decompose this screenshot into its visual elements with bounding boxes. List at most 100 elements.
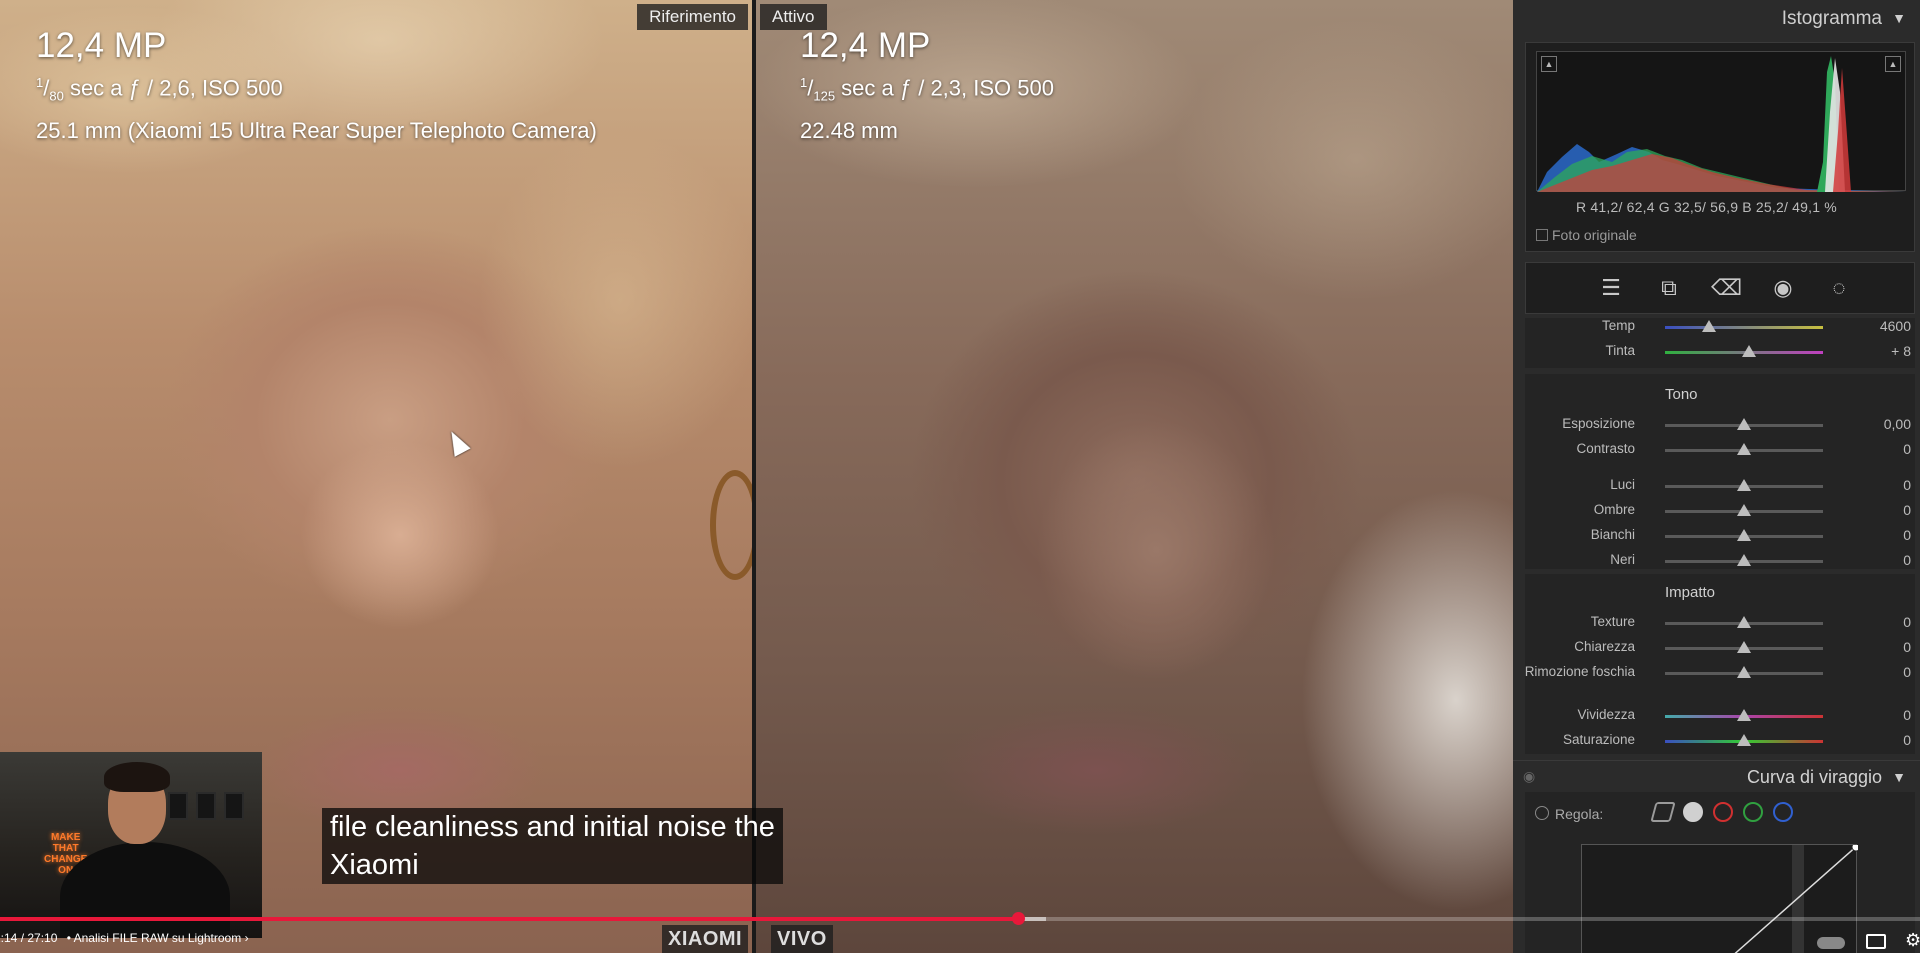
edit-sliders-icon[interactable]: ☰ [1596, 273, 1626, 303]
histogram-box: ▲ ▲ R 41,2/ 62,4 G 32,5/ 56,9 B 25,2/ 49… [1525, 42, 1915, 252]
autoplay-toggle-icon[interactable] [1817, 937, 1845, 949]
tone-slider-row[interactable]: Luci 0 [1525, 477, 1915, 497]
presence-slider-row[interactable]: Texture 0 [1525, 614, 1915, 634]
presence-slider-row[interactable]: Rimozione foschia 0 [1525, 664, 1915, 684]
chapter-chip-xiaomi[interactable]: XIAOMI [662, 925, 749, 953]
video-time: 1:14 / 27:10 [0, 931, 58, 945]
tone-curve-graph[interactable] [1581, 842, 1861, 953]
slider-track[interactable] [1665, 616, 1823, 628]
point-curve-green-icon[interactable] [1743, 802, 1763, 822]
slider-track[interactable] [1665, 734, 1823, 746]
white-balance-slider-row[interactable]: Temp 4600 [1525, 318, 1915, 338]
slider-track[interactable] [1665, 529, 1823, 541]
white-balance-slider-row[interactable]: Tinta + 8 [1525, 343, 1915, 363]
slider-handle[interactable] [1737, 641, 1751, 653]
slider-value[interactable]: 0 [1903, 552, 1911, 568]
slider-value[interactable]: 0 [1903, 614, 1911, 630]
point-curve-blue-icon[interactable] [1773, 802, 1793, 822]
slider-track[interactable] [1665, 443, 1823, 455]
slider-label: Neri [1610, 552, 1635, 567]
active-lens: 22.48 mm [800, 117, 898, 143]
eraser-icon[interactable]: ⌫ [1711, 273, 1742, 303]
slider-handle[interactable] [1737, 443, 1751, 455]
presence-slider-row[interactable]: Vividezza 0 [1525, 707, 1915, 727]
slider-value[interactable]: 0 [1903, 639, 1911, 655]
slider-label: Rimozione foschia [1524, 664, 1635, 679]
slider-track[interactable] [1665, 709, 1823, 721]
tone-curve-header[interactable]: ◉ Curva di viraggio ▼ [1513, 760, 1920, 792]
original-photo-checkbox[interactable]: Foto originale [1536, 227, 1637, 243]
chapter-title[interactable]: Analisi FILE RAW su Lightroom [74, 931, 242, 945]
slider-handle[interactable] [1741, 345, 1756, 357]
collapse-triangle-icon[interactable]: ▼ [1892, 10, 1906, 26]
shadow-clipping-button[interactable]: ▲ [1541, 56, 1557, 72]
slider-handle[interactable] [1702, 320, 1717, 332]
slider-value[interactable]: 0 [1903, 732, 1911, 748]
target-adjust-icon[interactable] [1535, 806, 1549, 820]
tone-slider-row[interactable]: Ombre 0 [1525, 502, 1915, 522]
slider-handle[interactable] [1737, 479, 1751, 491]
slider-track[interactable] [1665, 479, 1823, 491]
tools-bar: ☰ ⧉ ⌫ ◉ ◌ [1525, 262, 1915, 314]
progress-scrubber[interactable] [1011, 912, 1025, 925]
slider-track[interactable] [1665, 418, 1823, 430]
caption-line-1: file cleanliness and initial noise the [330, 811, 775, 843]
slider-handle[interactable] [1737, 418, 1751, 430]
slider-value[interactable]: 0 [1903, 527, 1911, 543]
tone-section: Tono Esposizione 0,00 Contrasto 0 Luci 0 Ombre… [1525, 374, 1915, 569]
slider-track[interactable] [1665, 641, 1823, 653]
chapter-arrow-icon[interactable]: › [245, 931, 249, 945]
slider-label: Saturazione [1562, 732, 1635, 747]
crop-icon[interactable]: ⧉ [1654, 273, 1684, 303]
slider-handle[interactable] [1737, 616, 1751, 628]
slider-handle[interactable] [1737, 529, 1751, 541]
slider-track[interactable] [1665, 666, 1823, 678]
histogram-title: Istogramma [1781, 8, 1882, 29]
point-curve-white-icon[interactable] [1683, 802, 1703, 822]
collapse-triangle-icon[interactable]: ▼ [1892, 769, 1906, 785]
slider-track[interactable] [1665, 504, 1823, 516]
slider-value[interactable]: + 8 [1891, 343, 1911, 359]
slider-value[interactable]: 0 [1903, 441, 1911, 457]
histogram-header[interactable]: Istogramma ▼ [1513, 0, 1920, 40]
tone-slider-row[interactable]: Contrasto 0 [1525, 441, 1915, 461]
rgb-readout: R 41,2/ 62,4 G 32,5/ 56,9 B 25,2/ 49,1 % [1576, 199, 1837, 215]
slider-value[interactable]: 0 [1903, 502, 1911, 518]
slider-track[interactable] [1665, 320, 1823, 332]
presence-slider-row[interactable]: Saturazione 0 [1525, 732, 1915, 752]
tone-slider-row[interactable]: Bianchi 0 [1525, 527, 1915, 547]
subtitles-icon[interactable] [1866, 934, 1886, 949]
face-highlight [300, 440, 500, 630]
wall-frame [168, 792, 188, 820]
slider-handle[interactable] [1737, 709, 1751, 721]
point-curve-red-icon[interactable] [1713, 802, 1733, 822]
settings-gear-icon[interactable]: ⚙ [1905, 930, 1920, 951]
checkbox-icon[interactable] [1536, 229, 1548, 241]
slider-handle[interactable] [1737, 734, 1751, 746]
slider-handle[interactable] [1737, 554, 1751, 566]
parametric-curve-icon[interactable] [1650, 802, 1676, 822]
reference-metadata: 12,4 MP 1/80 sec a ƒ / 2,6, ISO 500 25.1… [36, 26, 597, 148]
slider-value[interactable]: 4600 [1880, 318, 1911, 334]
wall-frame [224, 792, 244, 820]
red-eye-icon[interactable]: ◉ [1768, 273, 1798, 303]
slider-handle[interactable] [1737, 666, 1751, 678]
visibility-eye-icon[interactable]: ◉ [1523, 768, 1535, 785]
highlight-clipping-button[interactable]: ▲ [1885, 56, 1901, 72]
slider-value[interactable]: 0 [1903, 477, 1911, 493]
slider-track[interactable] [1665, 345, 1823, 357]
slider-value[interactable]: 0,00 [1884, 416, 1911, 432]
presence-slider-row[interactable]: Chiarezza 0 [1525, 639, 1915, 659]
mask-icon[interactable]: ◌ [1824, 273, 1854, 303]
tone-slider-row[interactable]: Esposizione 0,00 [1525, 416, 1915, 436]
chapter-chip-vivo[interactable]: VIVO [771, 925, 833, 953]
active-photo-pane[interactable]: Attivo 12,4 MP 1/125 sec a ƒ / 2,3, ISO … [756, 0, 1513, 953]
slider-handle[interactable] [1737, 504, 1751, 516]
slider-value[interactable]: 0 [1903, 664, 1911, 680]
slider-track[interactable] [1665, 554, 1823, 566]
curve-point[interactable] [1851, 842, 1861, 852]
earring [710, 470, 752, 580]
slider-value[interactable]: 0 [1903, 707, 1911, 723]
tone-slider-row[interactable]: Neri 0 [1525, 552, 1915, 572]
video-progress-bar[interactable] [0, 912, 1920, 925]
